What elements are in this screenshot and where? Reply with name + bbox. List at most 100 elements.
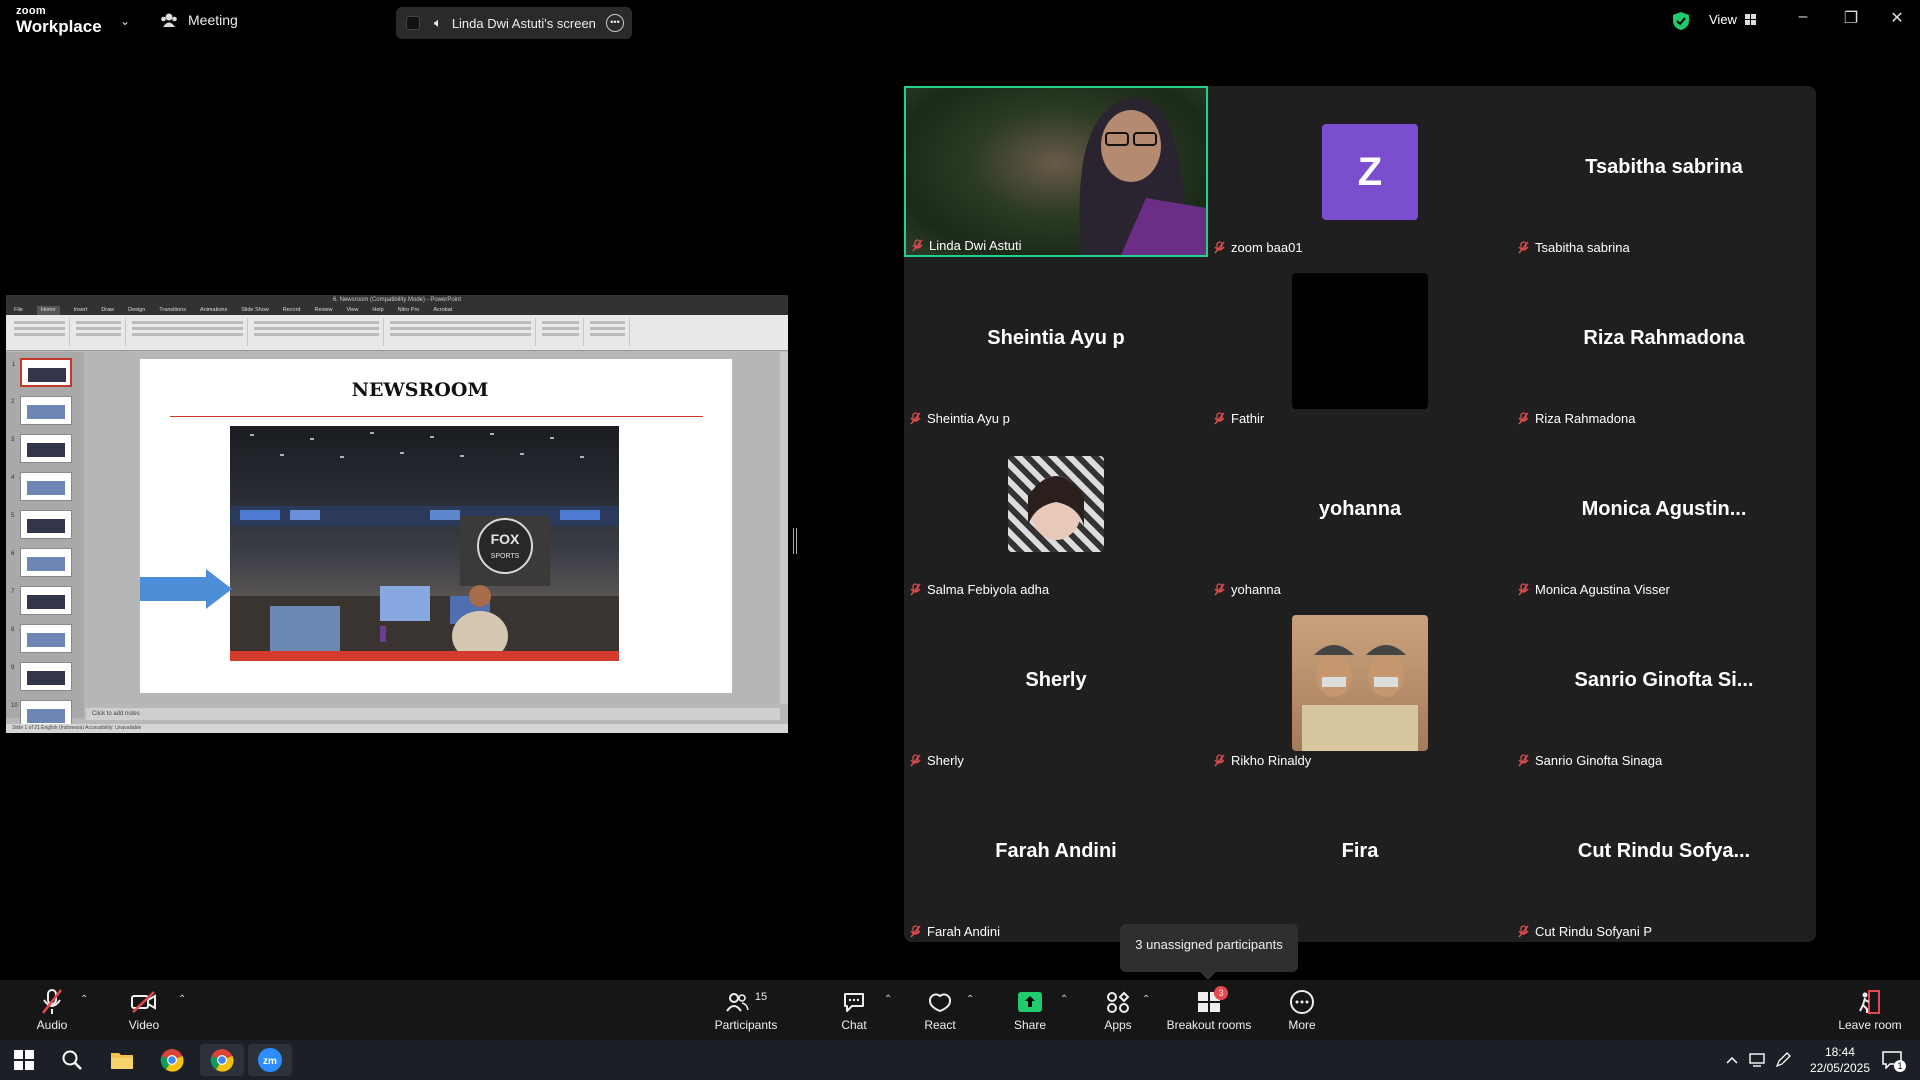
more-button[interactable]: More xyxy=(1280,988,1324,1032)
participants-label: Participants xyxy=(714,1018,778,1032)
participant-tile[interactable]: Rikho Rinaldy xyxy=(1208,599,1512,770)
share-options-caret[interactable]: ⌃ xyxy=(1060,994,1068,1005)
muted-mic-icon xyxy=(910,583,921,596)
chat-options-caret[interactable]: ⌃ xyxy=(884,994,892,1005)
slide-thumbnail[interactable]: 4 xyxy=(11,472,72,501)
split-view-drag-handle[interactable] xyxy=(793,528,797,554)
slide-thumbnail[interactable]: 2 xyxy=(11,396,72,425)
view-button[interactable]: View xyxy=(1709,12,1756,27)
breakout-rooms-button[interactable]: 3 Breakout rooms xyxy=(1164,986,1254,1032)
slide-thumbnail-number: 3 xyxy=(11,437,15,443)
grid-view-icon xyxy=(1744,14,1756,25)
ppt-tab[interactable]: Nitro Pro xyxy=(398,306,420,315)
chat-button[interactable]: Chat xyxy=(832,988,876,1032)
stop-square-icon[interactable] xyxy=(406,16,420,30)
participant-display-name: Farah Andini xyxy=(995,840,1117,862)
slide-thumbnail[interactable]: 8 xyxy=(11,624,72,653)
participant-tile[interactable]: Riza Rahmadona Riza Rahmadona xyxy=(1512,257,1816,428)
chrome-icon[interactable] xyxy=(150,1044,194,1076)
react-button[interactable]: React xyxy=(918,988,962,1032)
meeting-icon xyxy=(161,13,177,27)
meeting-info-button[interactable]: Meeting xyxy=(160,12,238,28)
apps-options-caret[interactable]: ⌃ xyxy=(1142,994,1150,1005)
audio-options-caret[interactable]: ⌃ xyxy=(80,994,88,1005)
slide-thumbnail[interactable]: 6 xyxy=(11,548,72,577)
share-button[interactable]: Share xyxy=(1008,988,1052,1032)
ppt-tab[interactable]: File xyxy=(14,306,23,315)
slide-thumbnail[interactable]: 3 xyxy=(11,434,72,463)
ppt-tab[interactable]: Help xyxy=(372,306,383,315)
zoom-logo[interactable]: zoom Workplace xyxy=(16,6,102,36)
more-options-icon[interactable]: ••• xyxy=(606,14,624,32)
participant-display-name: Cut Rindu Sofya... xyxy=(1577,840,1751,862)
ppt-tab[interactable]: Review xyxy=(314,306,332,315)
participant-tile[interactable]: yohanna yohanna xyxy=(1208,428,1512,599)
pen-icon[interactable] xyxy=(1770,1044,1796,1076)
leave-room-label: Leave room xyxy=(1838,1018,1902,1032)
participant-name-label: Rikho Rinaldy xyxy=(1214,753,1311,768)
notification-icon[interactable]: 1 xyxy=(1872,1044,1912,1076)
participant-tile[interactable]: Sanrio Ginofta Si... Sanrio Ginofta Sinag… xyxy=(1512,599,1816,770)
ppt-tab[interactable]: Insert xyxy=(74,306,88,315)
tray-chevron-icon[interactable] xyxy=(1722,1044,1742,1076)
ppt-tab[interactable]: Design xyxy=(128,306,145,315)
slide-thumbnail[interactable]: 9 xyxy=(11,662,72,691)
ppt-tab[interactable]: Animations xyxy=(200,306,227,315)
muted-mic-icon xyxy=(1214,583,1225,596)
search-icon[interactable] xyxy=(50,1044,94,1076)
video-button[interactable]: Video xyxy=(122,988,166,1032)
close-icon[interactable]: ✕ xyxy=(1882,8,1912,32)
screen-share-indicator[interactable]: 🔈︎ Linda Dwi Astuti's screen ••• xyxy=(396,7,632,39)
participant-tile[interactable]: Sherly Sherly xyxy=(904,599,1208,770)
react-label: React xyxy=(924,1018,956,1032)
participant-tile[interactable]: Sheintia Ayu p Sheintia Ayu p xyxy=(904,257,1208,428)
participant-tile[interactable]: Farah Andini Farah Andini xyxy=(904,770,1208,941)
ppt-tab[interactable]: Transitions xyxy=(159,306,186,315)
speaker-icon[interactable]: 🔈︎ xyxy=(434,15,442,31)
participant-name-label: Sheintia Ayu p xyxy=(910,411,1010,426)
ppt-tab[interactable]: Slide Show xyxy=(241,306,269,315)
slide-thumbnail-number: 5 xyxy=(11,513,15,519)
network-icon[interactable] xyxy=(1744,1044,1770,1076)
encryption-shield-icon[interactable] xyxy=(1672,11,1690,36)
participant-tile[interactable]: Tsabitha sabrina Tsabitha sabrina xyxy=(1512,86,1816,257)
participants-button[interactable]: 15 Participants xyxy=(708,988,784,1032)
participant-tile[interactable]: Salma Febiyola adha xyxy=(904,428,1208,599)
participant-name: Fathir xyxy=(1231,411,1265,426)
ppt-tab[interactable]: Acrobat xyxy=(433,306,452,315)
slide-thumbnail-number: 2 xyxy=(11,399,15,405)
restore-icon[interactable]: ❐ xyxy=(1836,8,1866,32)
participant-tile[interactable]: Fathir xyxy=(1208,257,1512,428)
participant-tile[interactable]: Linda Dwi Astuti xyxy=(904,86,1208,257)
participant-tile[interactable]: Fira xyxy=(1208,770,1512,941)
chevron-down-icon[interactable]: ⌄ xyxy=(120,14,130,28)
slide-thumbnail[interactable]: 5 xyxy=(11,510,72,539)
participant-avatar xyxy=(1292,615,1428,751)
slide-thumbnail[interactable]: 1 xyxy=(12,358,72,387)
windows-start-icon[interactable] xyxy=(2,1044,46,1076)
slide-scrollbar[interactable] xyxy=(780,352,788,704)
audio-button[interactable]: Audio xyxy=(30,988,74,1032)
ribbon-group-drawing xyxy=(386,318,536,346)
participant-display-name: Sheintia Ayu p xyxy=(987,327,1125,349)
ppt-tab[interactable]: Draw xyxy=(101,306,114,315)
ppt-tab[interactable]: View xyxy=(347,306,359,315)
ppt-tab[interactable]: Record xyxy=(283,306,301,315)
slide-thumbnail[interactable]: 7 xyxy=(11,586,72,615)
participant-video xyxy=(906,88,1206,255)
ppt-tab[interactable]: Home xyxy=(36,306,60,315)
participant-tile[interactable]: Zzoom baa01 xyxy=(1208,86,1512,257)
chrome-profile-icon[interactable] xyxy=(200,1044,244,1076)
system-clock[interactable]: 18:44 22/05/2025 xyxy=(1810,1044,1870,1076)
minimize-icon[interactable]: – xyxy=(1788,8,1818,32)
participant-name: Sherly xyxy=(927,753,964,768)
participant-tile[interactable]: Cut Rindu Sofya... Cut Rindu Sofyani P xyxy=(1512,770,1816,941)
file-explorer-icon[interactable] xyxy=(100,1044,144,1076)
participant-tile[interactable]: Monica Agustin... Monica Agustina Visser xyxy=(1512,428,1816,599)
zoom-app-icon[interactable]: zm xyxy=(248,1044,292,1076)
leave-room-button[interactable]: Leave room xyxy=(1834,988,1906,1032)
participant-name-label: Salma Febiyola adha xyxy=(910,582,1049,597)
video-options-caret[interactable]: ⌃ xyxy=(178,994,186,1005)
apps-button[interactable]: Apps xyxy=(1096,988,1140,1032)
react-options-caret[interactable]: ⌃ xyxy=(966,994,974,1005)
